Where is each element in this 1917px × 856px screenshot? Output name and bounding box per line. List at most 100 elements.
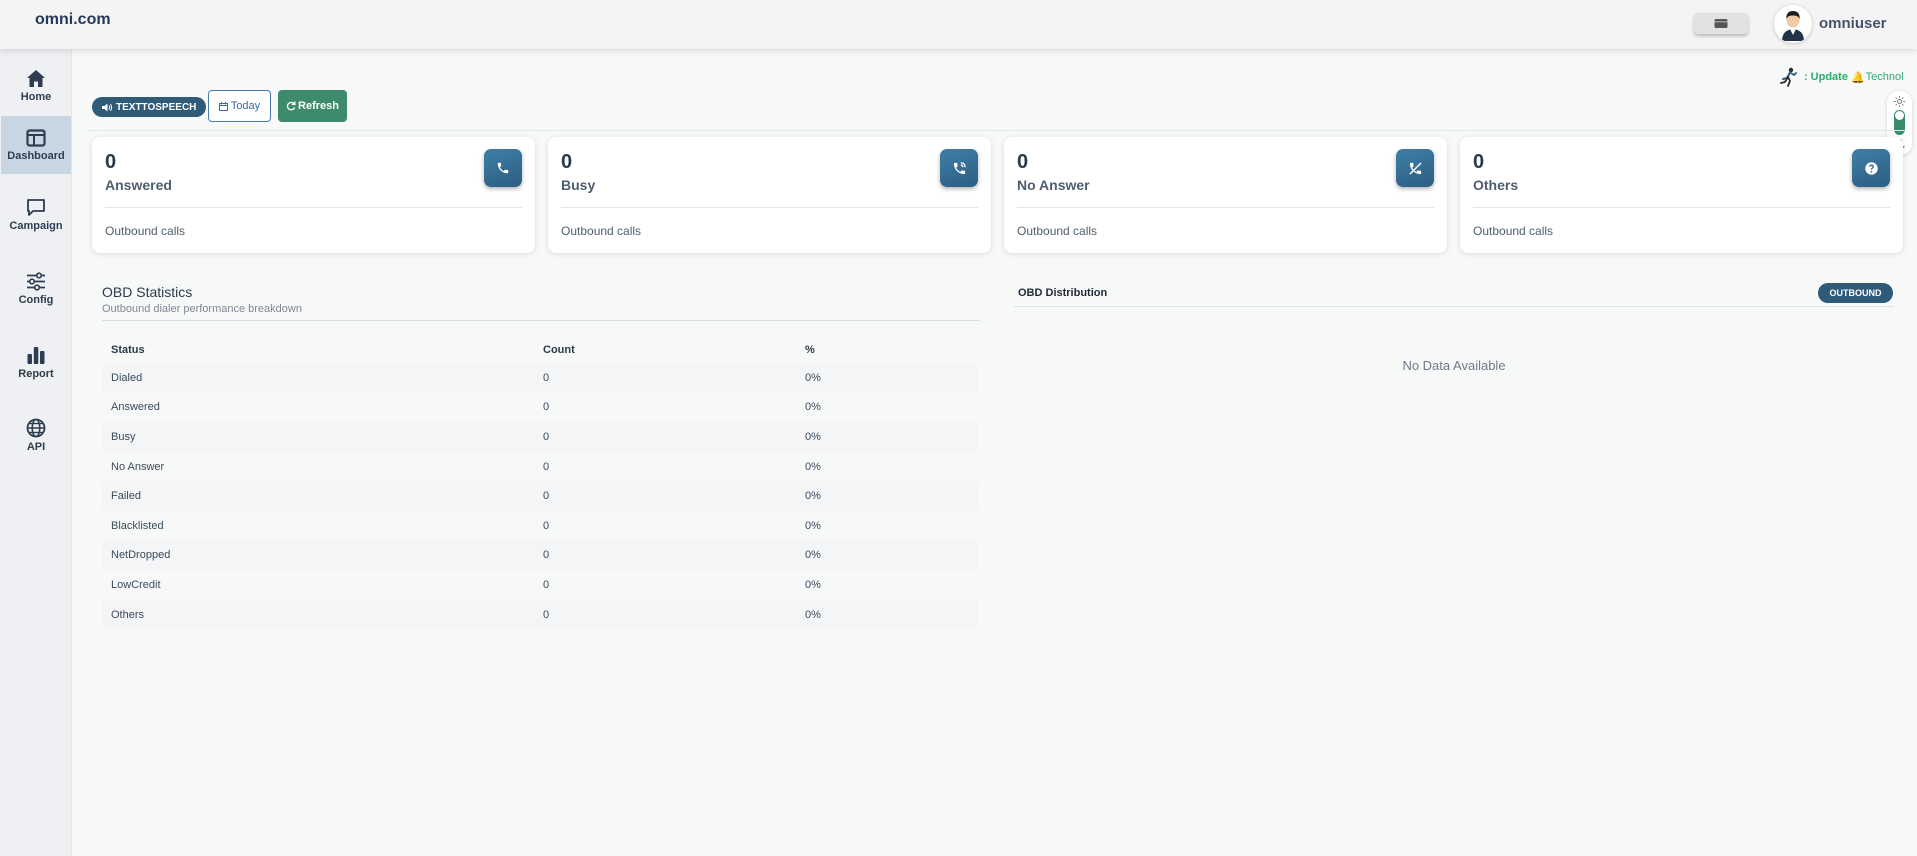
refresh-icon [286,101,296,111]
outbound-badge[interactable]: OUTBOUND [1818,283,1893,303]
table-row: Others 0 0% [102,599,978,630]
count-cell: 0 [543,460,550,473]
bell-icon: 🔔 [1850,71,1865,84]
sidebar-item-label: Report [18,368,54,380]
table-row: No Answer 0 0% [102,452,978,482]
bar-chart-icon [27,347,45,364]
status-cell: No Answer [111,460,165,473]
chat-icon [27,199,45,216]
table-row: Answered 0 0% [102,393,978,423]
update-ticker[interactable]: : Update 🔔 Technol [1780,66,1906,88]
table-header-row: Status Count % [102,336,978,363]
sidebar-item-home[interactable]: Home [0,57,72,115]
card-label: Answered [105,177,172,193]
percent-cell: 0% [805,460,821,473]
sidebar-item-label: Dashboard [7,149,65,162]
busy-card: 0 Busy Outbound calls [548,137,991,253]
column-header-count: Count [543,343,575,356]
sidebar-item-campaign[interactable]: Campaign [0,186,72,244]
speaker-icon [102,103,113,111]
percent-cell: 0% [805,519,821,532]
answered-card: 0 Answered Outbound calls [92,137,535,253]
table-row: NetDropped 0 0% [102,540,978,571]
toolbar-divider [88,130,1905,131]
sidebar: Home Dashboard Campaign Config Report AP… [0,49,72,856]
running-man-icon [1780,67,1797,87]
home-icon [27,70,45,87]
percent-cell: 0% [796,363,978,393]
status-cell: Busy [102,422,534,452]
ticker-text: Technol [1865,71,1904,83]
phone-missed-icon [1408,161,1422,175]
theme-switch-knob [1895,111,1904,120]
card-divider [561,207,978,208]
sidebar-item-label: Home [20,91,52,103]
card-divider [1017,207,1434,208]
card-label: Busy [561,177,596,193]
theme-switch[interactable] [1894,110,1905,135]
count-cell: 0 [534,481,796,511]
card-value: 0 [1017,151,1029,173]
column-header-percent: % [805,343,815,356]
count-cell: 0 [534,540,796,571]
card-icon-box [1852,149,1890,187]
sidebar-item-api[interactable]: API [0,406,72,464]
count-cell: 0 [534,422,796,452]
count-cell: 0 [543,578,550,591]
card-footer: Outbound calls [1017,224,1098,238]
calendar-icon [218,101,228,111]
table-row: Busy 0 0% [102,422,978,452]
sidebar-item-dashboard[interactable]: Dashboard [1,116,71,174]
percent-cell: 0% [796,599,978,630]
phone-icon [497,162,509,174]
status-cell: Others [102,599,534,630]
table-row: Blacklisted 0 0% [102,511,978,541]
no-answer-card: 0 No Answer Outbound calls [1004,137,1447,253]
today-button[interactable]: Today [208,90,271,122]
card-icon-box [484,149,522,187]
top-bar: omni.com omniuser [0,0,1917,49]
status-cell: Answered [111,401,160,414]
user-avatar-icon [1782,11,1804,41]
percent-cell: 0% [805,401,821,414]
table-row: Failed 0 0% [102,481,978,511]
table-row: LowCredit 0 0% [102,570,978,600]
brand-logo[interactable]: omni.com [35,11,111,29]
percent-cell: 0% [796,481,978,511]
texttospeech-button[interactable]: TEXTTOSPEECH [92,97,207,117]
status-cell: Failed [102,481,534,511]
percent-cell: 0% [796,422,978,452]
ticker-prefix: : [1804,71,1808,83]
dashboard-icon [26,128,46,147]
sidebar-item-config[interactable]: Config [0,260,72,318]
avatar[interactable] [1774,5,1812,43]
stats-divider [102,320,980,321]
sun-icon [1894,96,1905,107]
ticker-update: Update [1810,71,1848,83]
card-divider [105,207,522,208]
question-icon [1864,161,1878,175]
status-cell: Blacklisted [111,519,164,532]
count-cell: 0 [543,519,550,532]
sidebar-item-label: Config [18,294,54,306]
sliders-icon [27,272,45,291]
sidebar-item-report[interactable]: Report [0,334,72,392]
distribution-divider [1014,306,1894,307]
stats-table: Status Count % Dialed 0 0% Answered 0 0%… [102,336,978,630]
card-icon-box [1396,149,1434,187]
stats-subtitle: Outbound dialer performance breakdown [102,303,302,315]
card-value: 0 [1473,151,1485,173]
card-label: No Answer [1017,177,1090,193]
count-cell: 0 [534,363,796,393]
status-cell: Dialed [102,363,534,393]
username[interactable]: omniuser [1819,15,1887,32]
card-footer: Outbound calls [561,224,642,238]
no-data-message: No Data Available [1402,358,1506,373]
refresh-button[interactable]: Refresh [278,90,347,122]
refresh-label: Refresh [298,100,339,112]
distribution-title: OBD Distribution [1018,287,1108,299]
wallet-button[interactable] [1694,13,1748,34]
percent-cell: 0% [796,540,978,571]
wallet-icon [1714,19,1728,28]
card-value: 0 [105,151,117,173]
